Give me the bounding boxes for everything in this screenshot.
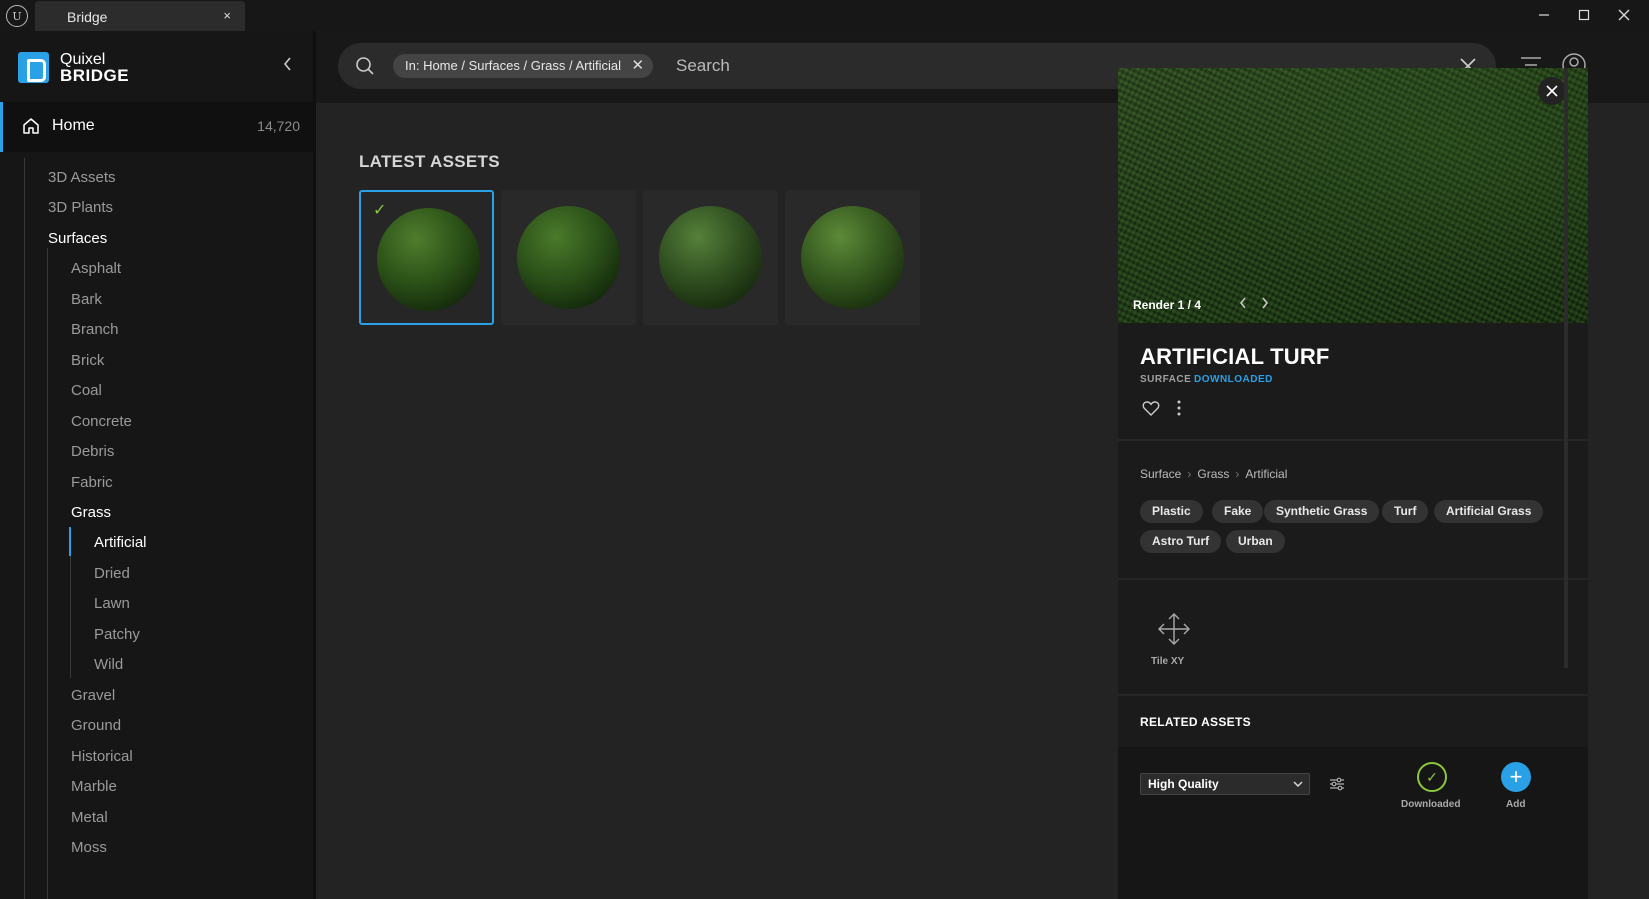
download-settings-icon[interactable]: [1329, 776, 1345, 792]
sidebar-item-branch[interactable]: Branch: [71, 321, 119, 338]
section-divider: [1118, 439, 1588, 441]
brand-line2: BRIDGE: [60, 66, 130, 85]
sidebar-item-moss[interactable]: Moss: [71, 839, 107, 856]
section-divider: [1118, 694, 1588, 696]
path-filter-chip[interactable]: In: Home / Surfaces / Grass / Artificial…: [393, 54, 654, 78]
asset-type: SURFACE: [1140, 374, 1192, 385]
tag-chip[interactable]: Artificial Grass: [1434, 500, 1544, 523]
sidebar-item-historical[interactable]: Historical: [71, 748, 133, 765]
sidebar-item-3d-plants[interactable]: 3D Plants: [48, 199, 113, 216]
app-tab-label: Bridge: [67, 9, 108, 25]
breadcrumb-surface[interactable]: Surface: [1140, 467, 1181, 481]
breadcrumb-artificial[interactable]: Artificial: [1245, 467, 1287, 481]
sidebar-item-marble[interactable]: Marble: [71, 778, 117, 795]
breadcrumb-grass[interactable]: Grass: [1197, 467, 1229, 481]
sidebar-item-wild[interactable]: Wild: [94, 656, 123, 673]
app-tab[interactable]: Bridge ×: [35, 1, 245, 31]
sidebar-item-artificial[interactable]: Artificial: [94, 534, 147, 551]
asset-thumbnail: [517, 206, 620, 309]
bridge-logo-icon: [18, 52, 49, 83]
render-counter: Render 1 / 4: [1133, 298, 1202, 312]
sidebar-item-dried[interactable]: Dried: [94, 565, 130, 582]
asset-thumbnail: [377, 208, 480, 311]
asset-breadcrumb: Surface › Grass › Artificial: [1140, 467, 1287, 481]
tag-chip[interactable]: Astro Turf: [1140, 530, 1222, 553]
asset-title: ARTIFICIAL TURF: [1140, 344, 1330, 369]
collapse-sidebar-icon[interactable]: [279, 55, 297, 73]
asset-status: DOWNLOADED: [1194, 374, 1273, 385]
tree-selection-marker: [69, 527, 71, 556]
tag-chip[interactable]: Plastic: [1140, 500, 1203, 523]
path-filter-label: In: Home / Surfaces / Grass / Artificial: [405, 58, 622, 73]
tree-line-root: [24, 158, 25, 899]
tile-xy-label: Tile XY: [1151, 656, 1185, 667]
add-label: Add: [1506, 799, 1526, 810]
quality-select[interactable]: High Quality: [1140, 773, 1310, 795]
tree-line-surfaces: [47, 248, 48, 899]
sidebar-item-fabric[interactable]: Fabric: [71, 474, 113, 491]
asset-thumbnail: [801, 206, 904, 309]
sidebar-item-bark[interactable]: Bark: [71, 291, 102, 308]
tag-chip[interactable]: Synthetic Grass: [1264, 500, 1380, 523]
sidebar-item-concrete[interactable]: Concrete: [71, 413, 132, 430]
sidebar-item-asphalt[interactable]: Asphalt: [71, 260, 121, 277]
downloaded-label: Downloaded: [1401, 799, 1461, 810]
asset-tile[interactable]: [785, 190, 920, 325]
sidebar-item-patchy[interactable]: Patchy: [94, 626, 140, 643]
next-render-icon[interactable]: [1260, 296, 1270, 310]
close-panel-button[interactable]: [1538, 77, 1566, 105]
quality-value: High Quality: [1148, 777, 1219, 791]
breadcrumb-chevron-icon: ›: [1235, 467, 1240, 481]
tag-chip[interactable]: Fake: [1212, 500, 1264, 523]
sidebar-item-grass[interactable]: Grass: [71, 504, 111, 521]
sidebar-item-metal[interactable]: Metal: [71, 809, 108, 826]
minimize-icon[interactable]: [1524, 3, 1564, 27]
sidebar: Quixel BRIDGE Home 14,720 3D Assets 3D P…: [0, 31, 316, 899]
sidebar-item-3d-assets[interactable]: 3D Assets: [48, 169, 116, 186]
remove-filter-icon[interactable]: ✕: [631, 54, 644, 78]
title-bar: U Bridge ×: [0, 0, 1649, 31]
more-options-icon[interactable]: [1176, 399, 1182, 417]
sidebar-item-debris[interactable]: Debris: [71, 443, 114, 460]
tile-xy-icon: [1158, 613, 1190, 645]
asset-thumbnail: [659, 206, 762, 309]
search-icon: [356, 57, 374, 75]
asset-detail-panel: Render 1 / 4 ARTIFICIAL TURF SURFACE DOW…: [1118, 68, 1588, 899]
sidebar-item-gravel[interactable]: Gravel: [71, 687, 115, 704]
detail-scrollbar[interactable]: [1564, 68, 1568, 668]
previous-render-icon[interactable]: [1238, 296, 1248, 310]
download-bar: High Quality ✓ Downloaded + Add: [1118, 747, 1588, 899]
home-count: 14,720: [257, 118, 300, 134]
sidebar-item-brick[interactable]: Brick: [71, 352, 104, 369]
related-assets-title: RELATED ASSETS: [1140, 715, 1251, 729]
asset-preview-image: Render 1 / 4: [1118, 68, 1588, 323]
home-label: Home: [52, 117, 95, 134]
close-window-icon[interactable]: [1604, 3, 1644, 27]
tab-close-icon[interactable]: ×: [223, 8, 231, 23]
unreal-logo-icon: U: [6, 5, 28, 27]
sidebar-item-ground[interactable]: Ground: [71, 717, 121, 734]
downloaded-check-icon: ✓: [373, 202, 387, 219]
home-icon: [23, 118, 39, 134]
breadcrumb-chevron-icon: ›: [1187, 467, 1192, 481]
downloaded-check-button[interactable]: ✓: [1417, 762, 1447, 792]
latest-assets-title: LATEST ASSETS: [359, 152, 500, 171]
favorite-heart-icon[interactable]: [1142, 400, 1160, 416]
asset-tile[interactable]: ✓: [359, 190, 494, 325]
sidebar-item-home[interactable]: Home 14,720: [0, 102, 316, 152]
section-divider: [1118, 578, 1588, 580]
add-button[interactable]: +: [1501, 762, 1531, 792]
sidebar-item-coal[interactable]: Coal: [71, 382, 102, 399]
asset-tile[interactable]: [643, 190, 778, 325]
chevron-down-icon: [1293, 781, 1303, 787]
tag-chip[interactable]: Urban: [1226, 530, 1285, 553]
asset-tile[interactable]: [501, 190, 636, 325]
sidebar-item-lawn[interactable]: Lawn: [94, 595, 130, 612]
close-icon: [1546, 85, 1558, 97]
sidebar-item-surfaces[interactable]: Surfaces: [48, 230, 107, 247]
tag-chip[interactable]: Turf: [1382, 500, 1429, 523]
maximize-icon[interactable]: [1564, 3, 1604, 27]
